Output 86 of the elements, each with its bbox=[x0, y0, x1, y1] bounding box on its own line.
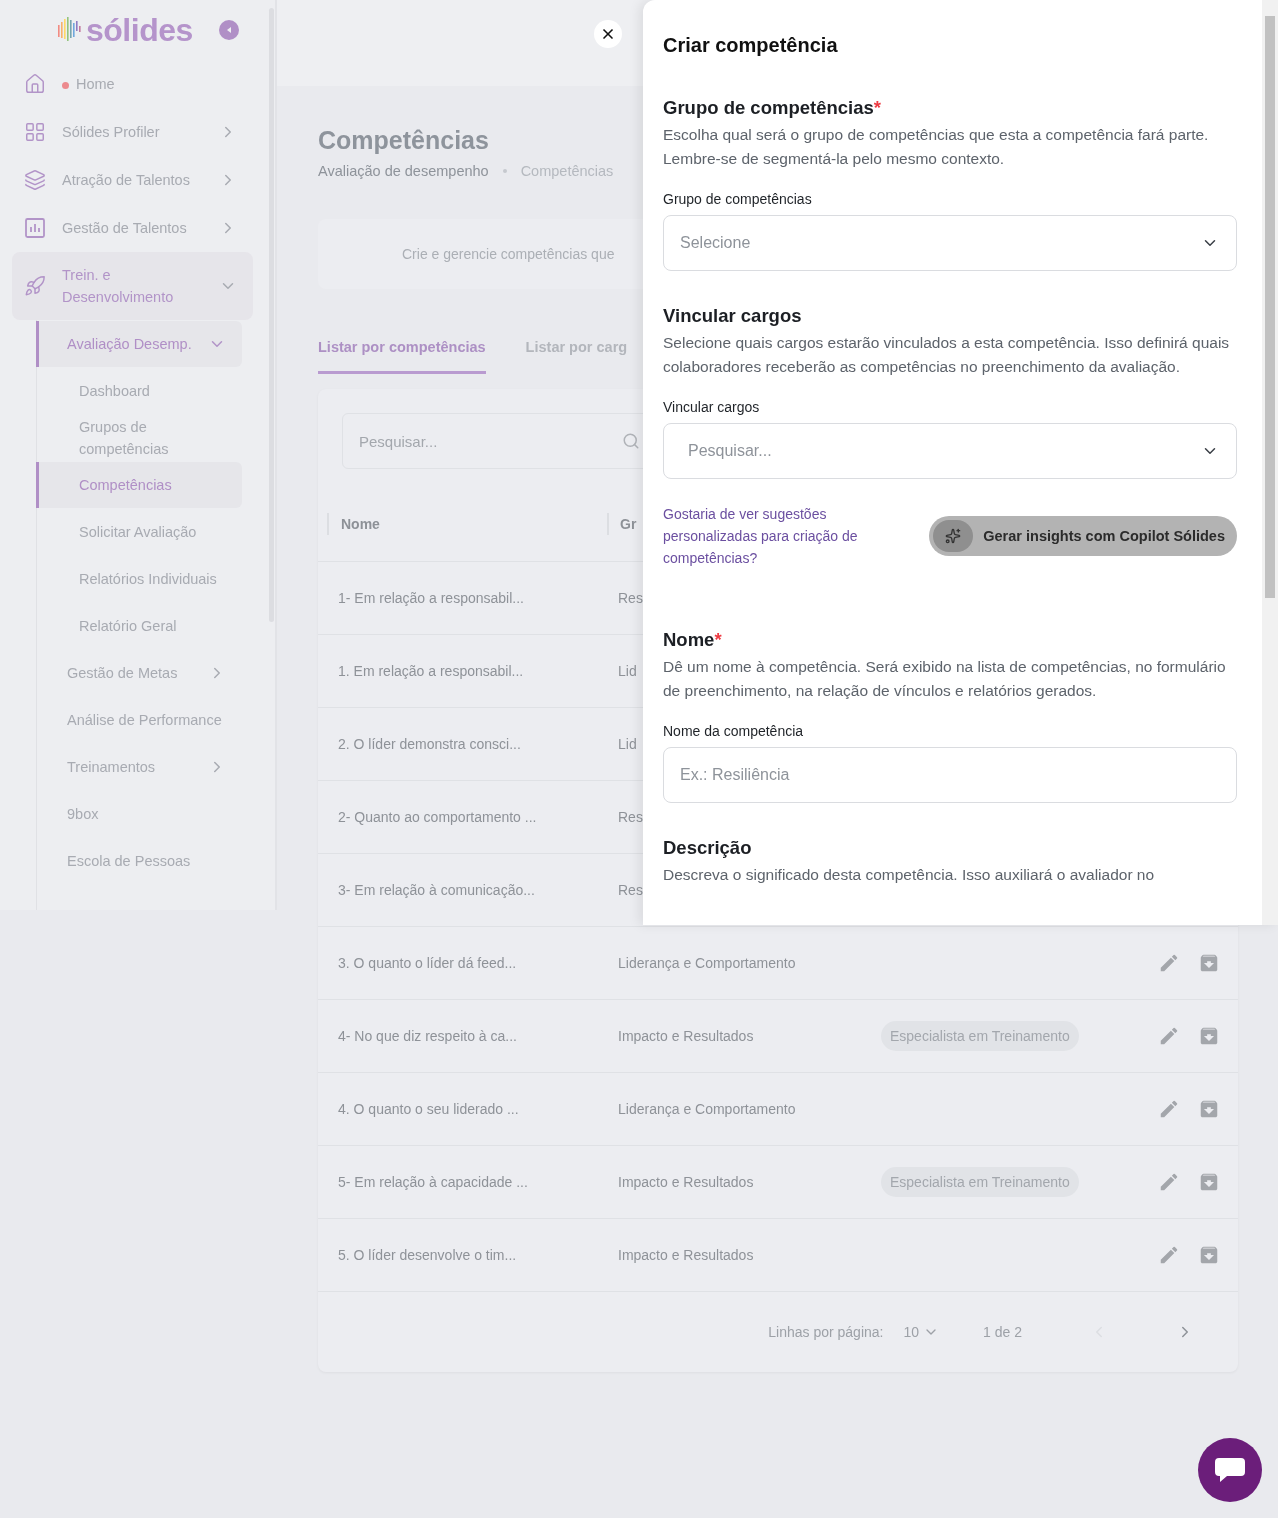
archive-button[interactable] bbox=[1198, 1244, 1220, 1266]
field-label: Nome da competência bbox=[663, 723, 805, 739]
edit-button[interactable] bbox=[1158, 1098, 1180, 1120]
table-cell-text: 2- Quanto ao comportamento ... bbox=[337, 809, 538, 825]
sidebar-subitem[interactable]: Dashboard bbox=[36, 368, 242, 414]
archive-button[interactable] bbox=[1198, 1025, 1220, 1047]
bar-chart-icon bbox=[24, 217, 46, 239]
column-header: Nome bbox=[327, 513, 607, 535]
logo-bars-icon bbox=[58, 17, 82, 43]
archive-button[interactable] bbox=[1198, 1098, 1220, 1120]
table-cell: Lid bbox=[618, 663, 637, 679]
table-cell: Res bbox=[618, 809, 643, 825]
section-description: Dê um nome à competência. Será exibido na lista de competências, no formulário de preenchimento, na relação de vínculos e relatórios gerados. bbox=[663, 657, 1227, 701]
table-cell: Liderança e Comportamento bbox=[618, 955, 796, 971]
table-cell: Liderança e Comportamento bbox=[618, 1101, 796, 1117]
sidebar-subitem[interactable]: Competências bbox=[36, 462, 242, 508]
select-field[interactable]: Pesquisar... bbox=[663, 423, 1237, 479]
section-description: Escolha qual será o grupo de competências que esta a competência fará parte. Lembre-se de segmentá-la pelo mesmo contexto. bbox=[663, 125, 1210, 169]
field-label: Vincular cargos bbox=[663, 399, 761, 415]
table-cell-text: 3- Em relação à comunicação... bbox=[337, 882, 536, 898]
sidebar-subitem[interactable]: Escola de Pessoas bbox=[36, 838, 242, 884]
table-cell-text: 2. O líder demonstra consci... bbox=[337, 736, 522, 752]
section-heading: Grupo de competências* bbox=[663, 97, 882, 119]
page-size-select[interactable]: 10 bbox=[903, 1324, 940, 1340]
table-cell: Res bbox=[618, 590, 643, 606]
table-cell-text: 3. O quanto o líder dá feed... bbox=[337, 955, 518, 971]
section-heading: Descrição bbox=[663, 837, 753, 859]
edit-button[interactable] bbox=[1158, 1244, 1180, 1266]
table-cell-text: 1. Em relação a responsabil... bbox=[337, 663, 525, 679]
nav-icon bbox=[24, 121, 46, 143]
section-heading: Vincular cargos bbox=[663, 305, 803, 327]
input-field[interactable]: Ex.: Resiliência bbox=[663, 747, 1237, 803]
sidebar-subitem[interactable]: 9box bbox=[36, 791, 242, 837]
tab[interactable]: Listar por competências bbox=[318, 339, 486, 374]
sidebar-subitem[interactable]: Solicitar Avaliação bbox=[36, 509, 242, 555]
sidebar-subitem[interactable]: Análise de Performance bbox=[36, 697, 242, 743]
role-tag: Especialista em Treinamento bbox=[881, 1167, 1079, 1197]
sidebar-subitem[interactable]: Grupos de competências bbox=[36, 415, 242, 461]
sidebar-item[interactable]: Trein. e Desenvolvimento bbox=[12, 252, 253, 320]
table-cell-text: 4. O quanto o seu liderado ... bbox=[337, 1101, 520, 1117]
sidebar-item[interactable]: Home bbox=[0, 60, 275, 108]
section-heading: Nome* bbox=[663, 629, 723, 651]
sidebar-item[interactable]: Atração de Talentos bbox=[0, 156, 275, 204]
section-description: Selecione quais cargos estarão vinculados a esta competência. Isso definirá quais colaboradores receberão as competências no preenchimento da avaliação. bbox=[663, 333, 1231, 377]
drawer-title: Criar competência bbox=[663, 34, 839, 57]
sidebar-subitem[interactable]: Relatório Geral bbox=[36, 603, 242, 649]
edit-button[interactable] bbox=[1158, 1171, 1180, 1193]
archive-button[interactable] bbox=[1198, 952, 1220, 974]
scrollbar[interactable] bbox=[1262, 0, 1278, 925]
archive-button[interactable] bbox=[1198, 1171, 1220, 1193]
search-icon bbox=[622, 432, 640, 450]
field-label: Grupo de competências bbox=[663, 191, 813, 207]
sidebar-subitem[interactable]: Relatórios Individuais bbox=[36, 556, 242, 602]
close-icon bbox=[600, 26, 616, 42]
info-text: Crie e gerencie competências que bbox=[402, 246, 615, 262]
copilot-button[interactable]: Gerar insights com Copilot Sólides bbox=[929, 516, 1237, 556]
table-cell: Impacto e Resultados bbox=[618, 1247, 754, 1263]
chat-bubble-icon bbox=[1213, 1455, 1247, 1485]
collapse-button[interactable] bbox=[218, 20, 239, 40]
sidebar-item[interactable]: Gestão de Talentos bbox=[0, 204, 275, 252]
page-range: 1 de 2 bbox=[983, 1324, 1022, 1340]
table-cell-text: 5- Em relação à capacidade ... bbox=[337, 1174, 529, 1190]
nav-icon bbox=[24, 73, 46, 95]
sidebar-subitem[interactable]: Gestão de Metas bbox=[36, 650, 242, 696]
table-cell-text: 5. O líder desenvolve o tim... bbox=[337, 1247, 518, 1263]
table-cell: Lid bbox=[618, 736, 637, 752]
section-description: Descreva o significado desta competência. Isso auxiliará o avaliador no bbox=[663, 865, 1156, 885]
table-cell-text: 4- No que diz respeito à ca... bbox=[337, 1028, 518, 1044]
role-tag: Especialista em Treinamento bbox=[881, 1021, 1079, 1051]
breadcrumb-link[interactable]: Avaliação de desempenho bbox=[318, 163, 489, 179]
select-field[interactable]: Selecione bbox=[663, 215, 1237, 271]
sidebar-subitem[interactable]: Treinamentos bbox=[36, 744, 242, 790]
rows-per-page-label: Linhas por página: bbox=[768, 1324, 884, 1340]
sidebar-item[interactable]: Sólides Profiler bbox=[0, 108, 275, 156]
edit-button[interactable] bbox=[1158, 1025, 1180, 1047]
table-cell-text: 1- Em relação a responsabil... bbox=[337, 590, 525, 606]
table-cell: Impacto e Resultados bbox=[618, 1028, 754, 1044]
table-cell: Res bbox=[618, 882, 643, 898]
nav-icon bbox=[24, 275, 46, 297]
nav-icon bbox=[24, 169, 46, 191]
page-title: Competências bbox=[318, 126, 489, 155]
edit-button[interactable] bbox=[1158, 952, 1180, 974]
table-cell: Impacto e Resultados bbox=[618, 1174, 754, 1190]
sparkles-icon bbox=[945, 528, 962, 544]
logo-text: sólides bbox=[86, 11, 193, 49]
sidebar-subitem[interactable]: Avaliação Desemp. bbox=[36, 321, 242, 367]
